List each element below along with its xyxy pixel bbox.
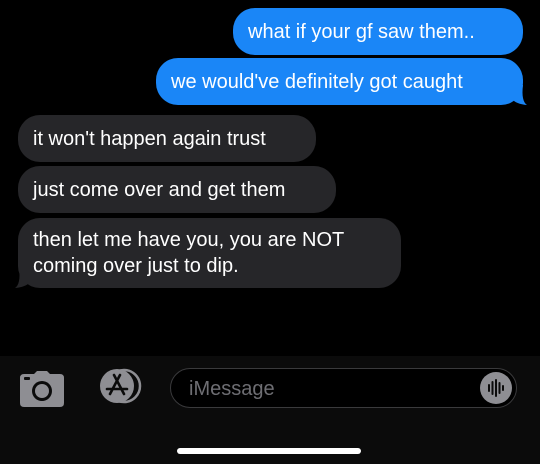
imessage-placeholder: iMessage (189, 378, 275, 400)
received-bubble-tail (15, 268, 30, 288)
message-text: just come over and get them (33, 179, 286, 201)
sent-bubble-tail (512, 85, 527, 105)
received-message-bubble[interactable]: just come over and get them (18, 166, 336, 213)
camera-icon[interactable] (18, 370, 66, 408)
message-text: we would've definitely got caught (171, 71, 463, 93)
imessage-input[interactable]: iMessage (170, 368, 517, 408)
message-text-line: then let me have you, you are NOT (33, 229, 345, 251)
sent-message-bubble[interactable]: what if your gf saw them.. (233, 8, 523, 55)
message-text: what if your gf saw them.. (248, 21, 475, 43)
received-message-bubble[interactable]: it won't happen again trust (18, 115, 316, 162)
message-thread: what if your gf saw them.. we would've d… (0, 0, 540, 356)
message-text-line: coming over just to dip. (33, 255, 239, 277)
audio-message-button[interactable] (480, 372, 512, 404)
home-indicator[interactable] (177, 448, 361, 454)
audio-waveform-icon (488, 379, 504, 397)
message-text: it won't happen again trust (33, 128, 266, 150)
sent-message-bubble[interactable]: we would've definitely got caught (156, 58, 523, 105)
received-message-bubble[interactable]: then let me have you, you are NOT coming… (18, 218, 401, 288)
message-composer: iMessage (0, 356, 540, 464)
app-store-icon[interactable] (93, 368, 145, 404)
